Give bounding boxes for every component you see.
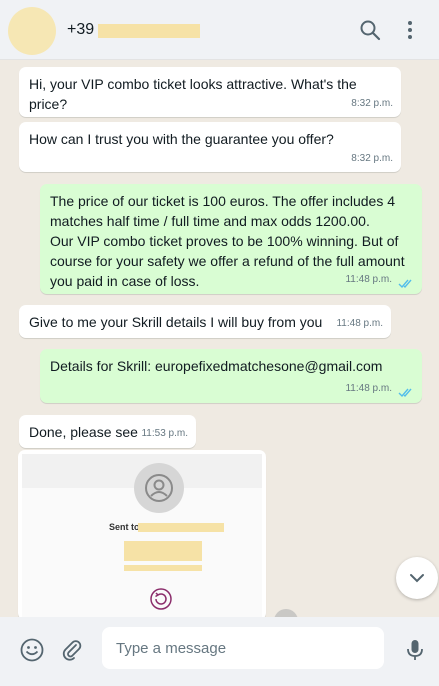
search-icon[interactable] — [358, 18, 382, 42]
message-time: 8:32 p.m. — [351, 153, 393, 164]
message-text: Done, please see — [29, 424, 138, 440]
redacted-detail — [124, 565, 202, 571]
message-outgoing[interactable]: The price of our ticket is 100 euros. Th… — [40, 184, 422, 294]
image-message[interactable]: Sent to — [18, 450, 266, 617]
message-incoming[interactable]: Give to me your Skrill details I will bu… — [19, 305, 391, 338]
compose-bar — [0, 617, 439, 686]
message-time: 11:48 p.m. — [345, 274, 392, 285]
message-text: Details for Skrill: europefixedmatcheson… — [50, 358, 383, 374]
contact-number-prefix[interactable]: +39 — [67, 21, 94, 39]
double-check-icon — [398, 279, 412, 289]
message-incoming[interactable]: How can I trust you with the guarantee y… — [19, 122, 401, 172]
message-incoming[interactable]: Hi, your VIP combo ticket looks attracti… — [19, 67, 401, 117]
redacted-amount — [124, 541, 202, 561]
payment-screenshot-image[interactable]: Sent to — [22, 454, 262, 617]
message-text: Hi, your VIP combo ticket looks attracti… — [29, 76, 357, 112]
message-outgoing[interactable]: Details for Skrill: europefixedmatcheson… — [40, 349, 422, 403]
message-time: 11:48 p.m. — [345, 383, 392, 394]
conversation-panel[interactable]: Hi, your VIP combo ticket looks attracti… — [0, 60, 439, 617]
sent-to-label: Sent to — [109, 522, 140, 532]
refresh-icon — [150, 588, 172, 610]
microphone-icon[interactable] — [402, 637, 428, 663]
message-text: Give to me your Skrill details I will bu… — [29, 314, 323, 330]
contact-avatar[interactable] — [8, 7, 56, 55]
message-incoming[interactable]: Done, please see 11:53 p.m. — [19, 415, 196, 448]
double-check-icon — [398, 388, 412, 398]
menu-icon[interactable] — [398, 18, 422, 42]
scroll-to-bottom-button[interactable] — [396, 557, 438, 599]
message-time: 11:53 p.m. — [141, 428, 188, 439]
message-time: 11:48 p.m. — [336, 318, 383, 329]
redacted-recipient — [138, 523, 224, 532]
message-time: 8:32 p.m. — [351, 98, 393, 109]
message-text: How can I trust you with the guarantee y… — [29, 131, 334, 147]
attach-icon[interactable] — [59, 637, 85, 663]
message-input[interactable] — [102, 627, 384, 669]
chat-header: +39 — [0, 0, 439, 60]
chevron-down-icon — [410, 574, 424, 583]
user-profile-icon — [134, 463, 184, 513]
reaction-button[interactable] — [274, 609, 298, 617]
emoji-icon[interactable] — [19, 637, 45, 663]
redacted-contact-number — [98, 24, 200, 38]
